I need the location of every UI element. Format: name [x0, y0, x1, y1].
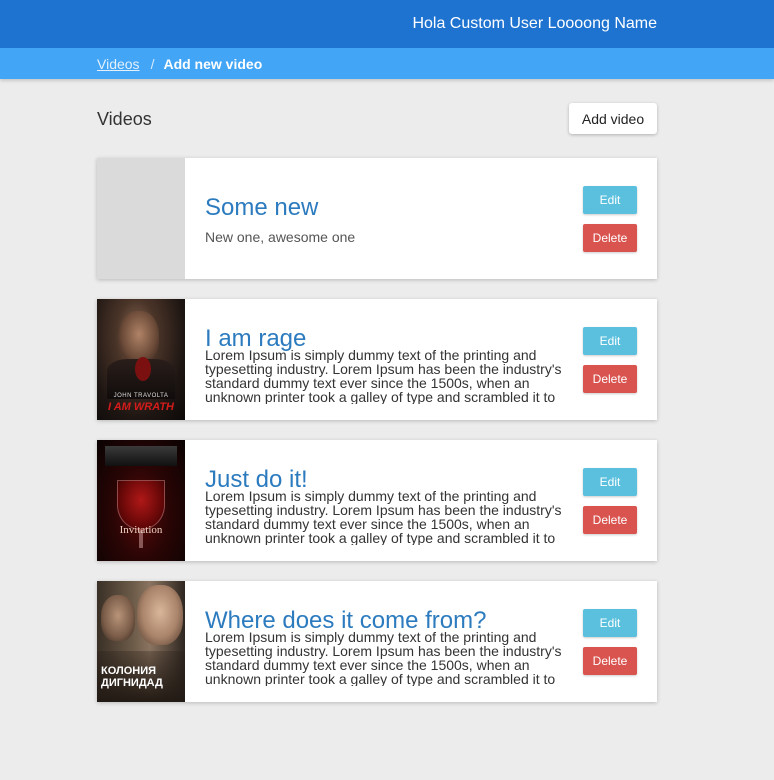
video-thumbnail: JOHN TRAVOLTA I AM WRATH: [97, 299, 185, 420]
delete-button[interactable]: Delete: [583, 365, 637, 393]
breadcrumb-current: Add new video: [163, 56, 263, 72]
video-list: Some new New one, awesome one Edit Delet…: [97, 158, 657, 722]
poster-image: КОЛОНИЯ ДИГНИДАД: [97, 581, 185, 702]
delete-button[interactable]: Delete: [583, 647, 637, 675]
user-name[interactable]: Hola Custom User Loooong Name: [412, 15, 657, 33]
top-navbar: Hola Custom User Loooong Name: [0, 0, 774, 48]
video-card: Invitation Just do it! Lorem Ipsum is si…: [97, 440, 657, 561]
breadcrumb: Videos / Add new video: [97, 56, 262, 72]
video-description: Lorem Ipsum is simply dummy text of the …: [205, 630, 562, 686]
poster-caption: Invitation: [119, 524, 163, 536]
breadcrumb-link-videos[interactable]: Videos: [97, 56, 140, 72]
video-thumbnail: Invitation: [97, 440, 185, 561]
poster-caption: I AM WRATH: [108, 401, 174, 413]
video-card: КОЛОНИЯ ДИГНИДАД Where does it come from…: [97, 581, 657, 702]
video-title[interactable]: Some new: [205, 194, 318, 222]
video-description: Lorem Ipsum is simply dummy text of the …: [205, 348, 562, 404]
poster-caption: КОЛОНИЯ ДИГНИДАД: [101, 665, 163, 689]
video-card: Some new New one, awesome one Edit Delet…: [97, 158, 657, 279]
edit-button[interactable]: Edit: [583, 609, 637, 637]
delete-button[interactable]: Delete: [583, 506, 637, 534]
delete-button[interactable]: Delete: [583, 224, 637, 252]
page-title: Videos: [97, 109, 152, 129]
add-video-button[interactable]: Add video: [569, 103, 657, 134]
edit-button[interactable]: Edit: [583, 468, 637, 496]
poster-image: Invitation: [97, 440, 185, 561]
video-thumbnail-placeholder: [97, 158, 185, 279]
video-card: JOHN TRAVOLTA I AM WRATH I am rage Lorem…: [97, 299, 657, 420]
breadcrumb-separator: /: [150, 56, 155, 72]
edit-button[interactable]: Edit: [583, 186, 637, 214]
breadcrumb-bar: Videos / Add new video: [0, 48, 774, 79]
poster-actor: JOHN TRAVOLTA: [113, 393, 169, 399]
poster-image: JOHN TRAVOLTA I AM WRATH: [97, 299, 185, 420]
video-description: New one, awesome one: [205, 230, 356, 245]
edit-button[interactable]: Edit: [583, 327, 637, 355]
video-thumbnail: КОЛОНИЯ ДИГНИДАД: [97, 581, 185, 702]
video-description: Lorem Ipsum is simply dummy text of the …: [205, 489, 562, 545]
